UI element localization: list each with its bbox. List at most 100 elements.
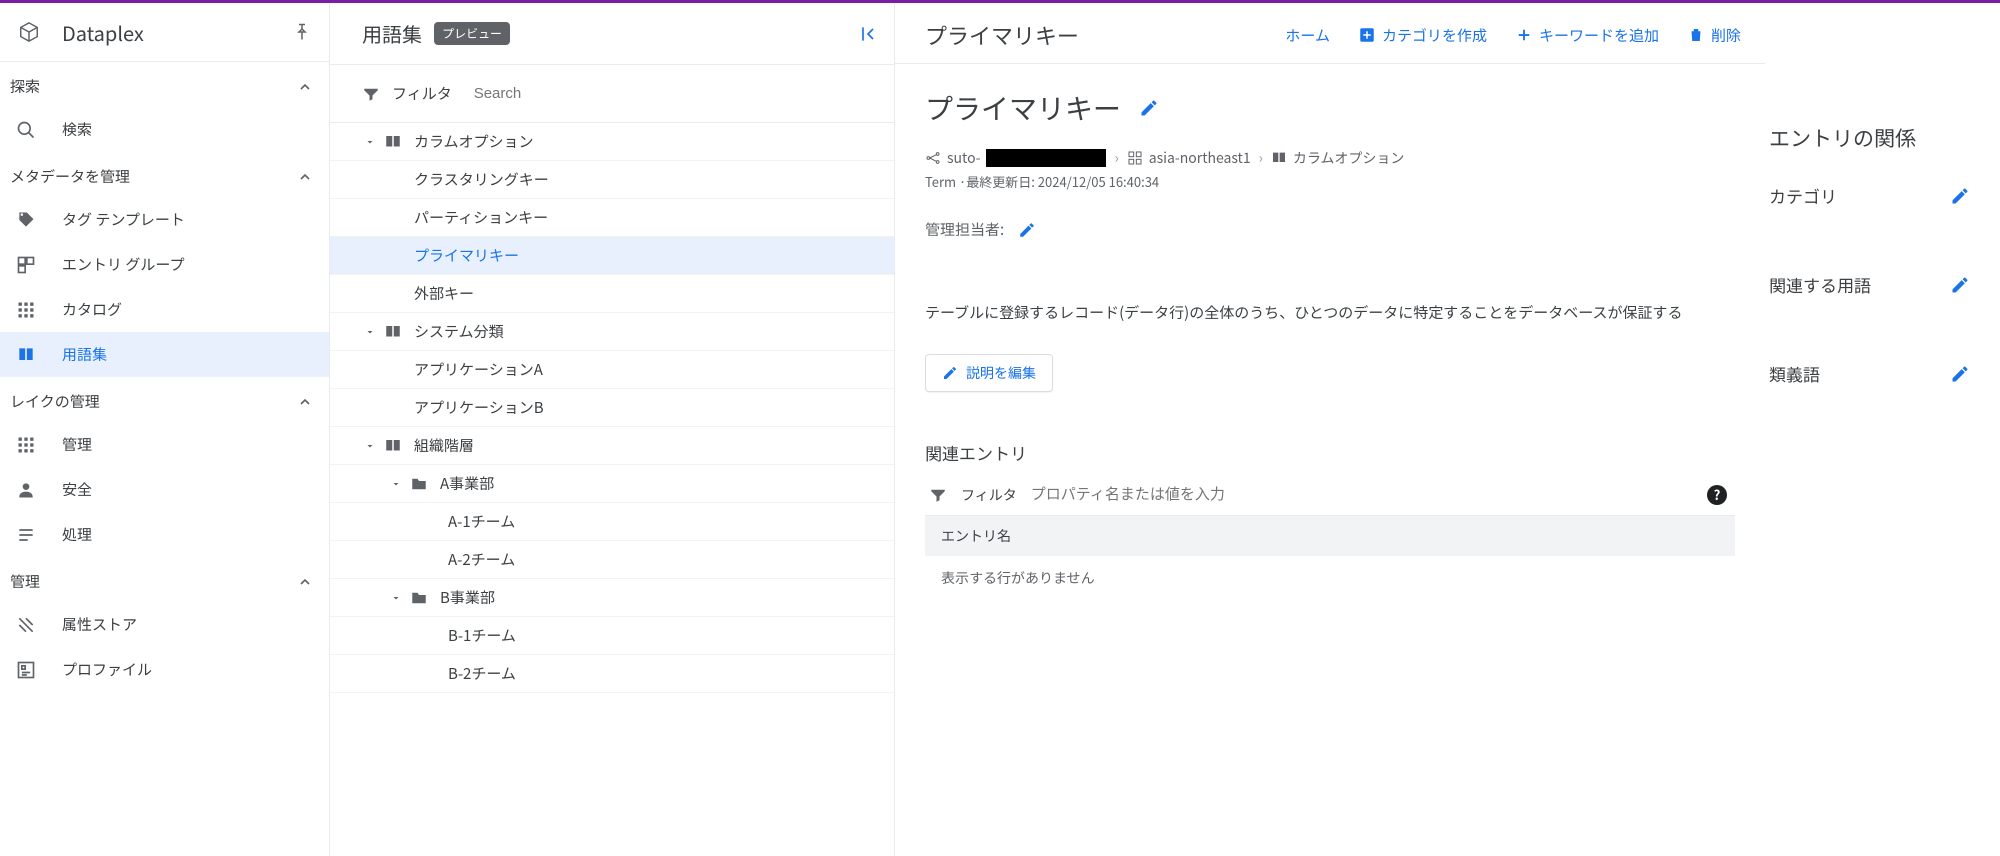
- tree-node-label: カラムオプション: [414, 131, 534, 152]
- tree-node-label: A事業部: [440, 473, 494, 494]
- tree-node-label: 組織階層: [414, 435, 474, 456]
- rail-item-label: 類義語: [1769, 361, 1820, 386]
- detail-header: プライマリキー ホーム カテゴリを作成 キーワードを追加: [895, 3, 1765, 64]
- tree-term[interactable]: パーティションキー: [330, 199, 894, 237]
- tree-category[interactable]: A事業部: [330, 465, 894, 503]
- tree-node-label: A-1チーム: [448, 511, 515, 532]
- manage-icon: [16, 435, 40, 455]
- expand-arrow-icon[interactable]: [364, 440, 384, 452]
- edit-title-icon[interactable]: [1139, 98, 1159, 118]
- title-row: プライマリキー: [925, 88, 1735, 128]
- tree-category[interactable]: カラムオプション: [330, 123, 894, 161]
- folder-icon: [410, 589, 432, 607]
- crumb-project-prefix: suto-: [947, 148, 980, 168]
- collapse-panel-icon[interactable]: [858, 24, 878, 44]
- tree-term[interactable]: アプリケーションA: [330, 351, 894, 389]
- nav-item-label: 処理: [62, 524, 92, 545]
- nav-item-profile[interactable]: プロファイル: [0, 647, 329, 692]
- add-keyword-button[interactable]: キーワードを追加: [1515, 25, 1659, 46]
- detail-main: プライマリキー ホーム カテゴリを作成 キーワードを追加: [895, 3, 1765, 856]
- detail-panel: プライマリキー ホーム カテゴリを作成 キーワードを追加: [895, 3, 2000, 856]
- edit-description-button[interactable]: 説明を編集: [925, 354, 1053, 392]
- manager-label: 管理担当者:: [925, 219, 1004, 240]
- tree-term[interactable]: アプリケーションB: [330, 389, 894, 427]
- help-icon[interactable]: ?: [1707, 485, 1727, 505]
- nav-item-entry-groups[interactable]: エントリ グループ: [0, 242, 329, 287]
- manager-row: 管理担当者:: [925, 219, 1735, 240]
- detail-body: プライマリキー suto- › asia-northeast1: [895, 64, 1765, 600]
- edit-related-terms-icon[interactable]: [1950, 275, 1970, 295]
- entry-table-empty: 表示する行がありません: [925, 556, 1735, 600]
- plus-box-icon: [1358, 26, 1376, 44]
- nav-item-manage[interactable]: 管理: [0, 422, 329, 467]
- filter-icon: [929, 486, 947, 504]
- nav-item-glossary[interactable]: 用語集: [0, 332, 329, 377]
- tree-category[interactable]: 組織階層: [330, 427, 894, 465]
- plus-icon: [1515, 26, 1533, 44]
- preview-badge: プレビュー: [434, 22, 510, 45]
- edit-synonyms-icon[interactable]: [1950, 364, 1970, 384]
- nav-item-process[interactable]: 処理: [0, 512, 329, 557]
- tree-term[interactable]: B-2チーム: [330, 655, 894, 693]
- book-icon: [384, 323, 406, 341]
- pin-icon[interactable]: [293, 23, 311, 41]
- edit-manager-icon[interactable]: [1018, 221, 1036, 239]
- expand-arrow-icon[interactable]: [364, 136, 384, 148]
- tree-term[interactable]: A-1チーム: [330, 503, 894, 541]
- tree-search-input[interactable]: [474, 85, 874, 102]
- list-icon: [16, 525, 40, 545]
- tree-list: カラムオプションクラスタリングキーパーティションキープライマリキー外部キーシステ…: [330, 123, 894, 693]
- crumb-region[interactable]: asia-northeast1: [1127, 148, 1251, 168]
- tree-term[interactable]: クラスタリングキー: [330, 161, 894, 199]
- header-actions: ホーム カテゴリを作成 キーワードを追加 削除: [1285, 25, 1741, 46]
- nav-item-label: 検索: [62, 119, 92, 140]
- term-title: プライマリキー: [925, 88, 1121, 128]
- nav-section-admin[interactable]: 管理: [0, 557, 329, 602]
- tree-term[interactable]: プライマリキー: [330, 237, 894, 275]
- tree-term[interactable]: B-1チーム: [330, 617, 894, 655]
- tree-category[interactable]: B事業部: [330, 579, 894, 617]
- expand-arrow-icon[interactable]: [364, 326, 384, 338]
- trash-icon: [1687, 26, 1705, 44]
- nav-item-security[interactable]: 安全: [0, 467, 329, 512]
- entry-filter-input[interactable]: [1031, 486, 1693, 503]
- tree-node-label: パーティションキー: [414, 207, 548, 228]
- crumb-project[interactable]: suto-: [925, 148, 1106, 168]
- nav-item-label: 安全: [62, 479, 92, 500]
- tree-header: 用語集 プレビュー: [330, 3, 894, 65]
- crumb-category[interactable]: カラムオプション: [1271, 148, 1405, 168]
- tree-node-label: システム分類: [414, 321, 504, 342]
- tree-category[interactable]: システム分類: [330, 313, 894, 351]
- nav-item-search[interactable]: 検索: [0, 107, 329, 152]
- expand-arrow-icon[interactable]: [390, 478, 410, 490]
- delete-button[interactable]: 削除: [1687, 25, 1741, 46]
- person-icon: [16, 480, 40, 500]
- breadcrumb: suto- › asia-northeast1 › カラムオプション: [925, 148, 1735, 168]
- create-category-button[interactable]: カテゴリを作成: [1358, 25, 1487, 46]
- nav-section-explore[interactable]: 探索: [0, 62, 329, 107]
- nav-item-catalog[interactable]: カタログ: [0, 287, 329, 332]
- region-icon: [1127, 150, 1143, 166]
- expand-arrow-icon[interactable]: [390, 592, 410, 604]
- nav-item-tag-templates[interactable]: タグ テンプレート: [0, 197, 329, 242]
- nav-section-label: レイクの管理: [10, 391, 100, 412]
- nav-item-label: 管理: [62, 434, 92, 455]
- tag-icon: [16, 210, 40, 230]
- book-icon: [384, 437, 406, 455]
- rail-item-synonyms: 類義語: [1765, 355, 2000, 392]
- rail-item-category: カテゴリ: [1765, 177, 2000, 214]
- right-rail: エントリの関係 カテゴリ 関連する用語 類義語: [1765, 3, 2000, 856]
- tree-term[interactable]: A-2チーム: [330, 541, 894, 579]
- tree-title: 用語集: [362, 19, 422, 48]
- nav-section-lake[interactable]: レイクの管理: [0, 377, 329, 422]
- tree-node-label: 外部キー: [414, 283, 474, 304]
- home-button[interactable]: ホーム: [1285, 25, 1330, 46]
- edit-category-icon[interactable]: [1950, 186, 1970, 206]
- sidebar: Dataplex 探索 検索 メタデータを管理: [0, 3, 330, 856]
- crumb-region-label: asia-northeast1: [1149, 148, 1251, 168]
- nav-section-metadata[interactable]: メタデータを管理: [0, 152, 329, 197]
- entry-table: エントリ名 表示する行がありません: [925, 516, 1735, 600]
- nav-section-label: メタデータを管理: [10, 166, 130, 187]
- tree-term[interactable]: 外部キー: [330, 275, 894, 313]
- nav-item-attribute-store[interactable]: 属性ストア: [0, 602, 329, 647]
